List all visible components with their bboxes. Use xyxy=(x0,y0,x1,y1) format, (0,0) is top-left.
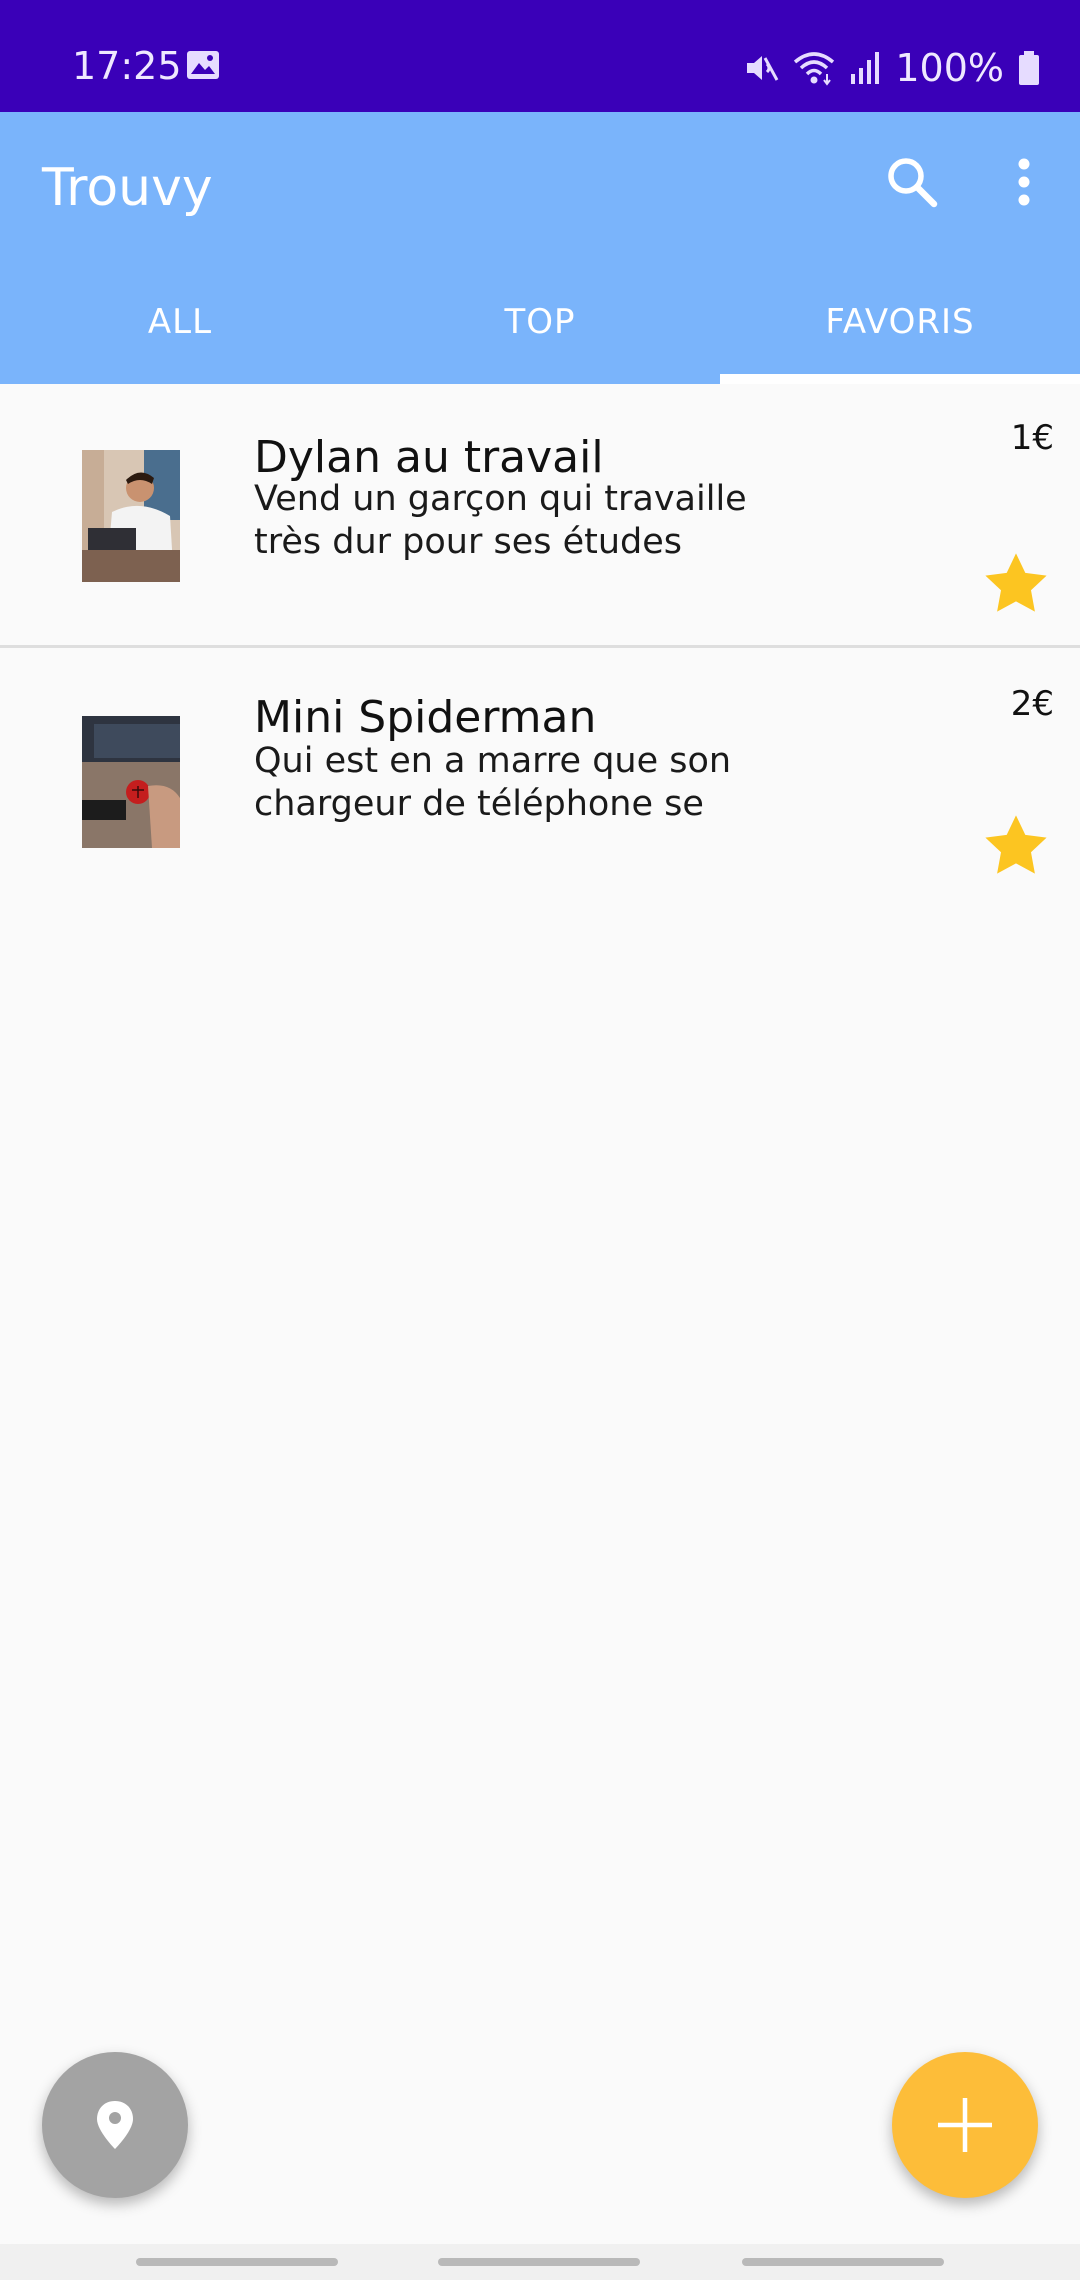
more-vert-icon[interactable] xyxy=(1004,150,1044,214)
add-button[interactable] xyxy=(892,2052,1038,2198)
app-bar: Trouvy xyxy=(0,112,1080,260)
tab-favoris[interactable]: FAVORIS xyxy=(720,260,1080,384)
list-item[interactable]: Dylan au travail Vend un garçon qui trav… xyxy=(0,384,1080,648)
battery-percentage: 100% xyxy=(895,46,1004,90)
navigation-bar xyxy=(0,2244,1080,2280)
tab-bar: ALL TOP FAVORIS xyxy=(0,260,1080,384)
item-thumbnail xyxy=(82,716,180,848)
plus-icon xyxy=(938,2098,992,2152)
item-price: 2€ xyxy=(1010,684,1054,724)
nav-recents-button[interactable] xyxy=(136,2258,338,2266)
status-bar: 17:25 100% xyxy=(0,0,1080,112)
wifi-icon xyxy=(794,52,835,86)
location-button[interactable] xyxy=(42,2052,188,2198)
item-price: 1€ xyxy=(1010,418,1054,458)
battery-icon xyxy=(1019,51,1039,85)
status-icons: 100% xyxy=(743,40,1040,96)
star-icon[interactable] xyxy=(980,810,1052,882)
search-icon[interactable] xyxy=(880,150,944,214)
nav-back-button[interactable] xyxy=(742,2258,944,2266)
nav-home-button[interactable] xyxy=(438,2258,640,2266)
screen: 17:25 100% Trouvy ALL TOP FAVORIS Dylan … xyxy=(0,0,1080,2280)
gallery-icon xyxy=(187,51,219,79)
list-item[interactable]: Mini Spiderman Qui est en a marre que so… xyxy=(0,648,1080,912)
favorites-list: Dylan au travail Vend un garçon qui trav… xyxy=(0,384,1080,912)
tab-all[interactable]: ALL xyxy=(0,260,360,384)
status-time: 17:25 xyxy=(72,44,182,88)
item-description: Vend un garçon qui travaille très dur po… xyxy=(254,479,747,562)
tab-top[interactable]: TOP xyxy=(360,260,720,384)
mute-icon xyxy=(747,56,779,81)
star-icon[interactable] xyxy=(980,548,1052,620)
signal-icon xyxy=(851,52,880,84)
location-pin-icon xyxy=(97,2101,133,2149)
item-title: Mini Spiderman xyxy=(254,692,597,743)
item-thumbnail xyxy=(82,450,180,582)
app-title: Trouvy xyxy=(42,158,213,218)
item-title: Dylan au travail xyxy=(254,432,604,483)
item-description: Qui est en a marre que son chargeur de t… xyxy=(254,741,732,824)
